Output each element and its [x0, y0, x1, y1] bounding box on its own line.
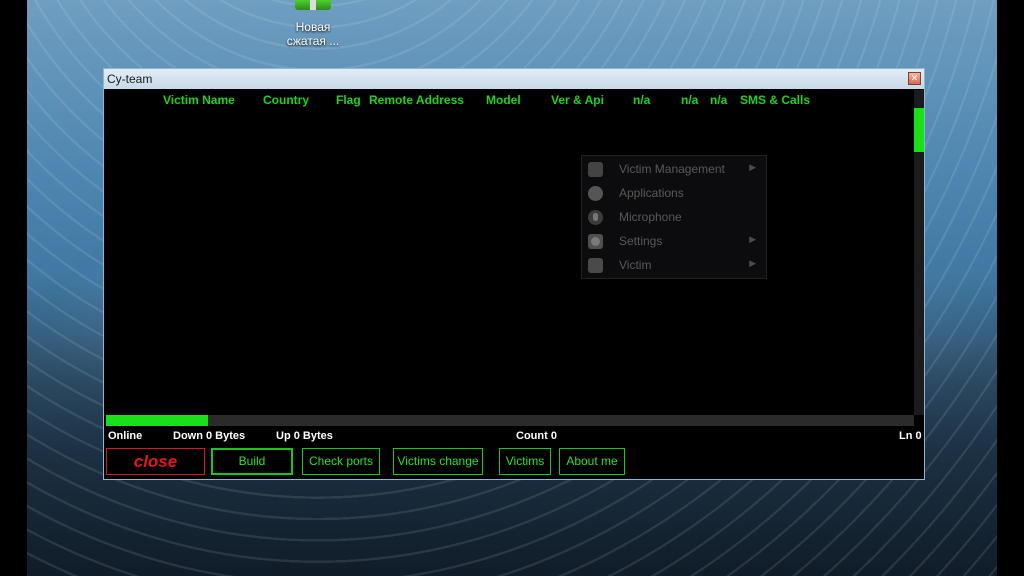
column-header-sms-calls[interactable]: SMS & Calls — [740, 93, 810, 107]
person-icon — [588, 258, 603, 273]
vertical-scrollbar-thumb[interactable] — [914, 108, 924, 152]
column-header-na-1[interactable]: n/a — [633, 93, 650, 107]
window-close-icon[interactable]: ✕ — [908, 72, 921, 85]
column-header-na-3[interactable]: n/a — [710, 93, 727, 107]
column-headers: Victim Name Country Flag Remote Address … — [106, 90, 914, 110]
column-header-ver-api[interactable]: Ver & Api — [551, 93, 604, 107]
about-me-button[interactable]: About me — [559, 448, 625, 475]
column-header-victim-name[interactable]: Victim Name — [163, 93, 235, 107]
progress-bar — [106, 415, 914, 426]
progress-bar-fill — [106, 415, 208, 426]
menu-item-microphone[interactable]: Microphone — [582, 205, 766, 229]
status-online: Online — [108, 430, 143, 442]
context-menu: Victim Management ▶ Applications Microph… — [581, 155, 767, 279]
column-header-na-2[interactable]: n/a — [681, 93, 698, 107]
menu-item-label: Victim — [619, 258, 652, 272]
desktop-archive-shortcut[interactable]: Новая сжатая ... — [282, 0, 344, 48]
chevron-right-icon: ▶ — [749, 234, 756, 244]
apps-icon — [588, 186, 603, 201]
column-header-country[interactable]: Country — [263, 93, 309, 107]
column-header-flag[interactable]: Flag — [336, 93, 361, 107]
cy-team-window: Cy-team ✕ Victim Name Country Flag Remot… — [103, 68, 925, 480]
victim-list[interactable]: Victim Name Country Flag Remote Address … — [106, 90, 914, 415]
status-count: Count 0 — [516, 430, 557, 442]
menu-item-label: Settings — [619, 234, 663, 248]
menu-item-victim-management[interactable]: Victim Management ▶ — [582, 157, 766, 181]
archive-icon — [295, 0, 331, 10]
menu-item-applications[interactable]: Applications — [582, 181, 766, 205]
window-titlebar[interactable]: Cy-team ✕ — [104, 69, 924, 89]
check-ports-button[interactable]: Check ports — [302, 448, 380, 475]
status-ln: Ln 0 — [899, 430, 922, 442]
victims-button[interactable]: Victims — [499, 448, 551, 475]
window-title: Cy-team — [107, 72, 153, 86]
gear-icon — [588, 234, 603, 249]
status-up-bytes: Up 0 Bytes — [276, 430, 333, 442]
microphone-icon — [588, 210, 603, 225]
chevron-right-icon: ▶ — [749, 162, 756, 172]
vertical-scrollbar[interactable] — [914, 90, 924, 415]
menu-item-victim[interactable]: Victim ▶ — [582, 253, 766, 277]
menu-item-label: Victim Management — [619, 162, 725, 176]
chevron-right-icon: ▶ — [749, 258, 756, 268]
status-down-bytes: Down 0 Bytes — [173, 430, 246, 442]
square-icon — [588, 162, 603, 177]
column-header-model[interactable]: Model — [486, 93, 521, 107]
menu-item-settings[interactable]: Settings ▶ — [582, 229, 766, 253]
menu-item-label: Applications — [619, 186, 684, 200]
victims-change-button[interactable]: Victims change — [393, 448, 483, 475]
build-button[interactable]: Build — [211, 448, 293, 475]
desktop-icon-label: Новая сжатая ... — [286, 20, 340, 48]
close-button[interactable]: close — [106, 448, 205, 475]
menu-item-label: Microphone — [619, 210, 682, 224]
column-header-remote-address[interactable]: Remote Address — [369, 93, 464, 107]
